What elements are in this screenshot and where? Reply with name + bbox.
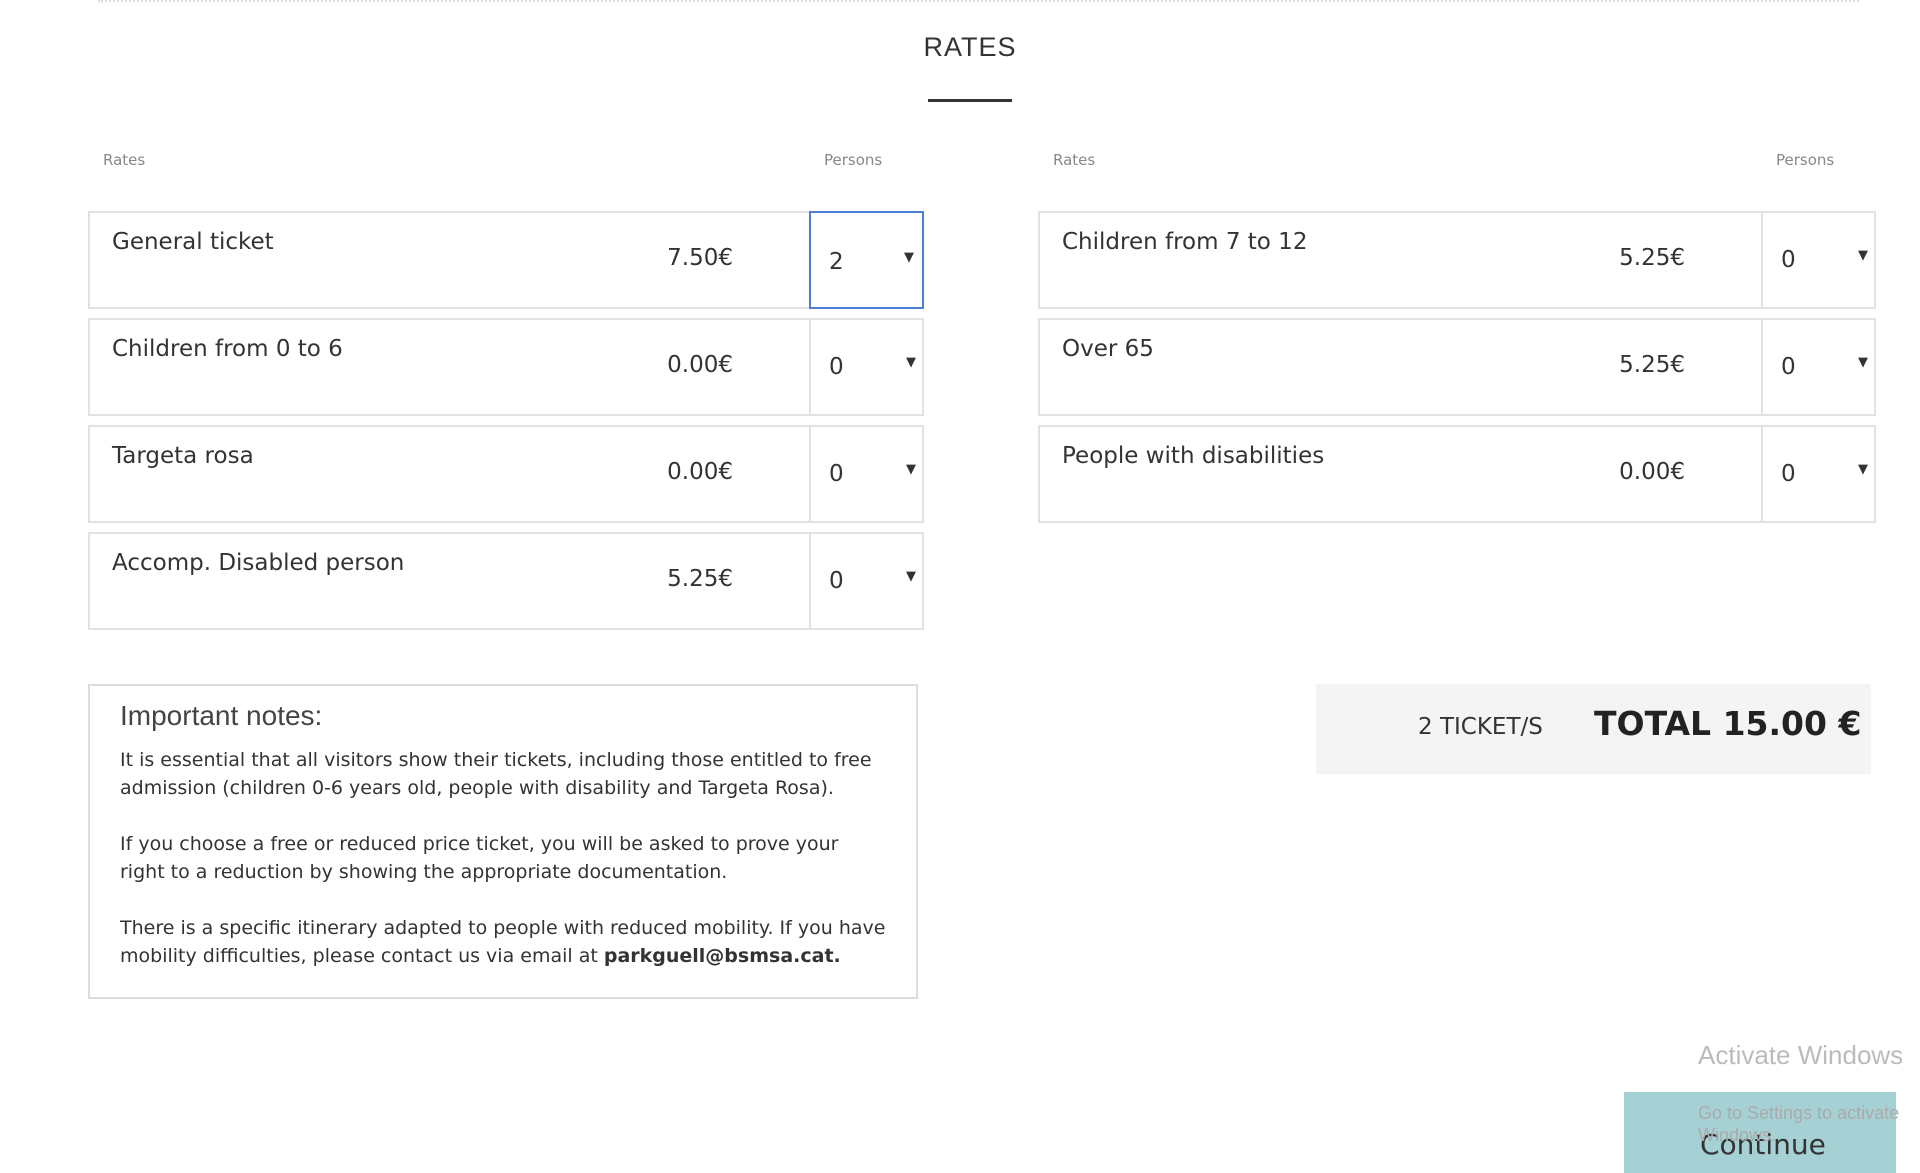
contact-email: parkguell@bsmsa.cat. [603, 945, 841, 967]
rate-row: Targeta rosa 0.00€ 0 ▼ [88, 425, 924, 523]
persons-select[interactable]: 0 ▼ [809, 532, 924, 630]
windows-watermark-subtitle: Go to Settings to activate Windows. [1698, 1103, 1900, 1145]
persons-select[interactable]: 0 ▼ [1761, 318, 1876, 416]
rate-row: Children from 0 to 6 0.00€ 0 ▼ [88, 318, 924, 416]
persons-value: 0 [1781, 354, 1796, 380]
rate-price: 5.25€ [1619, 352, 1685, 378]
chevron-down-icon: ▼ [906, 569, 916, 584]
windows-watermark-title: Activate Windows [1698, 1040, 1904, 1070]
persons-select[interactable]: 0 ▼ [809, 318, 924, 416]
persons-value: 0 [829, 354, 844, 380]
page-title: RATES [923, 32, 1017, 62]
chevron-down-icon: ▼ [906, 355, 916, 370]
chevron-down-icon: ▼ [904, 250, 914, 265]
ticket-count: 2 TICKET/S [1418, 714, 1543, 740]
rate-name: General ticket [112, 229, 274, 255]
persons-select[interactable]: 0 ▼ [1761, 211, 1876, 309]
rate-name: Over 65 [1062, 336, 1154, 362]
title-underline [928, 99, 1012, 102]
rate-name: Children from 7 to 12 [1062, 229, 1308, 255]
chevron-down-icon: ▼ [1858, 248, 1868, 263]
rate-name: Targeta rosa [112, 443, 254, 469]
persons-select[interactable]: 2 ▼ [809, 211, 924, 309]
rate-price: 5.25€ [1619, 245, 1685, 271]
left-header-persons: Persons [824, 151, 883, 169]
notes-paragraph-3: There is a specific itinerary adapted to… [120, 914, 886, 970]
rate-name: Accomp. Disabled person [112, 550, 405, 576]
right-header-rates: Rates [1053, 151, 1096, 169]
rate-name: People with disabilities [1062, 443, 1325, 469]
rate-row: Accomp. Disabled person 5.25€ 0 ▼ [88, 532, 924, 630]
rate-row: Children from 7 to 12 5.25€ 0 ▼ [1038, 211, 1876, 309]
rate-row: Over 65 5.25€ 0 ▼ [1038, 318, 1876, 416]
rate-price: 0.00€ [1619, 459, 1685, 485]
persons-select[interactable]: 0 ▼ [1761, 425, 1876, 523]
rate-row: General ticket 7.50€ 2 ▼ [88, 211, 924, 309]
rate-price: 7.50€ [667, 245, 733, 271]
rate-price: 0.00€ [667, 352, 733, 378]
right-header-persons: Persons [1776, 151, 1835, 169]
rate-name: Children from 0 to 6 [112, 336, 343, 362]
rate-price: 0.00€ [667, 459, 733, 485]
top-divider [98, 0, 1859, 2]
chevron-down-icon: ▼ [1858, 355, 1868, 370]
left-header-rates: Rates [103, 151, 146, 169]
persons-value: 0 [829, 461, 844, 487]
persons-value: 0 [1781, 247, 1796, 273]
rate-price: 5.25€ [667, 566, 733, 592]
chevron-down-icon: ▼ [906, 462, 916, 477]
persons-select[interactable]: 0 ▼ [809, 425, 924, 523]
important-notes: Important notes: It is essential that al… [88, 684, 918, 999]
persons-value: 2 [829, 249, 844, 275]
persons-value: 0 [1781, 461, 1796, 487]
chevron-down-icon: ▼ [1858, 462, 1868, 477]
persons-value: 0 [829, 568, 844, 594]
total-price: TOTAL 15.00 € [1594, 704, 1862, 743]
notes-paragraph-2: If you choose a free or reduced price ti… [120, 833, 839, 883]
notes-title: Important notes: [120, 700, 323, 731]
rate-row: People with disabilities 0.00€ 0 ▼ [1038, 425, 1876, 523]
order-summary: 2 TICKET/S TOTAL 15.00 € [1316, 684, 1871, 774]
notes-paragraph-1: It is essential that all visitors show t… [120, 749, 872, 799]
